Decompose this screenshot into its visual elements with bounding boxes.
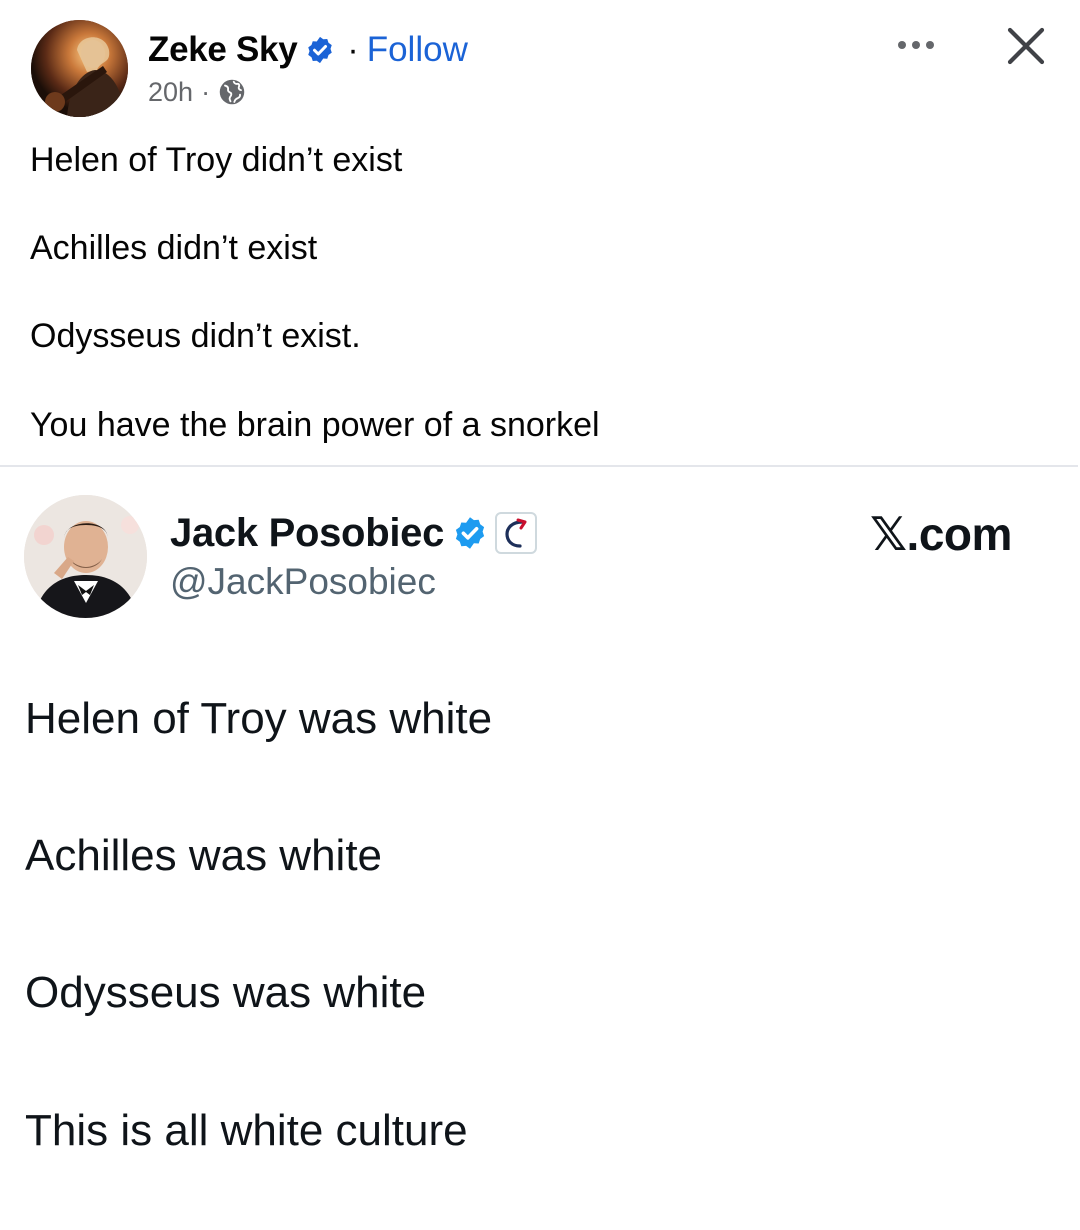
post-line: Achilles didn’t exist [30, 229, 318, 267]
tweet-author-avatar [24, 495, 147, 618]
tweet-author-handle: @JackPosobiec [170, 561, 436, 602]
embedded-tweet-image[interactable]: Jack Posobiec @JackPosobiec 𝕏.com Helen … [0, 465, 1078, 1230]
verified-badge-icon [452, 515, 488, 551]
tweet-line: This is all white culture [25, 1106, 468, 1155]
post-header: Zeke Sky · Follow 20h · [0, 0, 1080, 130]
tweet-source-label: 𝕏.com [870, 508, 1012, 560]
tweet-author-row: Jack Posobiec [170, 507, 538, 559]
post-line: You have the brain power of a snorkel [30, 406, 600, 444]
globe-icon[interactable] [218, 78, 246, 106]
tweet-line: Helen of Troy was white [25, 694, 493, 743]
meta-separator: · [201, 76, 211, 107]
post-line: Helen of Troy didn’t exist [30, 141, 403, 179]
author-name[interactable]: Zeke Sky [148, 30, 298, 70]
tweet-line: Odysseus was white [25, 968, 427, 1017]
separator-dot: · [347, 30, 359, 69]
affiliate-badge-icon [494, 511, 538, 555]
verified-badge-icon [305, 35, 335, 65]
tweet-author-name: Jack Posobiec [170, 510, 445, 555]
post-timestamp[interactable]: 20h [148, 77, 193, 108]
post-line: Odysseus didn’t exist. [30, 317, 361, 355]
author-row: Zeke Sky · Follow [148, 26, 468, 74]
follow-button[interactable]: Follow [367, 30, 468, 70]
author-avatar[interactable] [31, 20, 128, 117]
tweet-line: Achilles was white [25, 831, 383, 880]
post-meta: 20h · [148, 74, 246, 110]
close-icon[interactable] [1002, 22, 1050, 70]
more-options-icon[interactable] [893, 28, 943, 62]
